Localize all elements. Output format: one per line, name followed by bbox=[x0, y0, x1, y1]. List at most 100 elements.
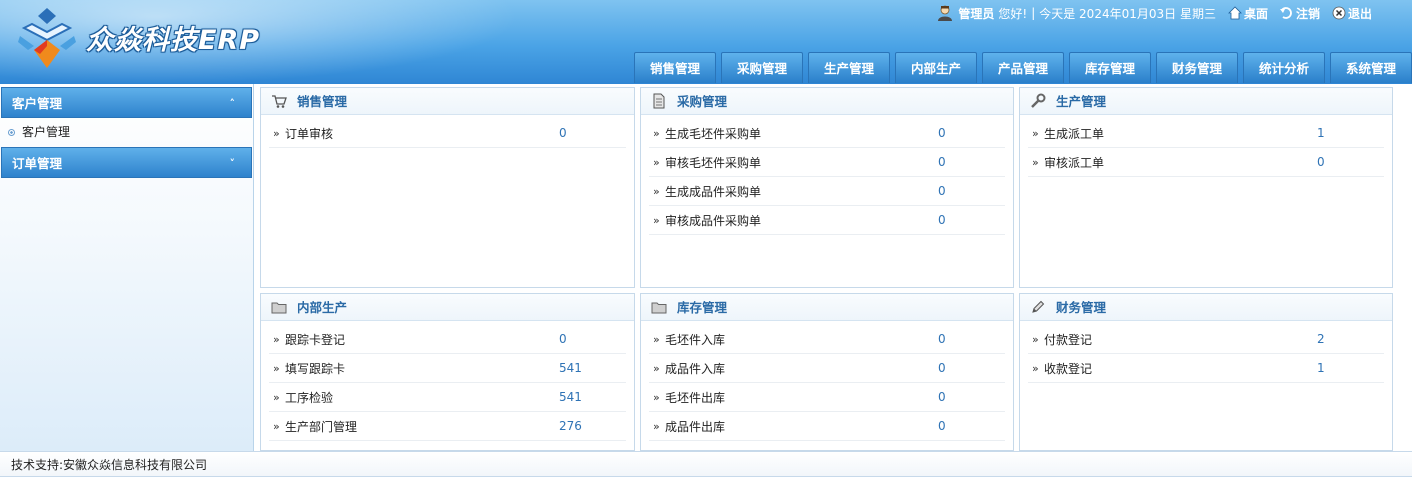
list-item[interactable]: » 生成派工单 1 bbox=[1028, 119, 1384, 148]
tab-products[interactable]: 产品管理 bbox=[982, 52, 1064, 83]
close-icon bbox=[1332, 6, 1346, 20]
row-label: 生产部门管理 bbox=[285, 419, 358, 434]
sidebar-section-customer[interactable]: 客户管理 ˄ bbox=[1, 87, 252, 118]
list-item[interactable]: » 生成毛坯件采购单 0 bbox=[649, 119, 1005, 148]
tab-statistics[interactable]: 统计分析 bbox=[1243, 52, 1325, 83]
row-label: 生成派工单 bbox=[1044, 126, 1105, 141]
list-item[interactable]: » 跟踪卡登记 0 bbox=[269, 325, 626, 354]
chevron-right-icon: » bbox=[653, 213, 660, 227]
panel-header: 生产管理 bbox=[1020, 88, 1392, 115]
home-icon bbox=[1227, 6, 1242, 20]
row-label: 审核成品件采购单 bbox=[665, 213, 762, 228]
logout-link[interactable]: 注销 bbox=[1279, 5, 1320, 22]
row-count: 0 bbox=[938, 184, 946, 198]
panel-production: 生产管理 » 生成派工单 1 » 审核派工单 0 bbox=[1019, 87, 1393, 288]
list-item[interactable]: » 审核毛坯件采购单 0 bbox=[649, 148, 1005, 177]
panel-header: 采购管理 bbox=[641, 88, 1013, 115]
list-item[interactable]: » 生成成品件采购单 0 bbox=[649, 177, 1005, 206]
row-label: 成品件出库 bbox=[665, 419, 726, 434]
user-name: 管理员 bbox=[958, 6, 995, 21]
chevron-right-icon: » bbox=[653, 419, 660, 433]
current-date: 今天是 2024年01月03日 星期三 bbox=[1039, 6, 1216, 21]
row-label: 付款登记 bbox=[1044, 332, 1093, 347]
row-count: 276 bbox=[559, 419, 582, 433]
row-count: 0 bbox=[1317, 155, 1325, 169]
chevron-up-icon: ˄ bbox=[229, 97, 236, 110]
chevron-right-icon: » bbox=[653, 126, 660, 140]
footer-text: 技术支持:安徽众焱信息科技有限公司 bbox=[11, 458, 208, 472]
chevron-right-icon: » bbox=[653, 155, 660, 169]
list-item[interactable]: » 生产部门管理 276 bbox=[269, 412, 626, 441]
main-nav-tabs: 销售管理 采购管理 生产管理 内部生产 产品管理 库存管理 财务管理 统计分析 … bbox=[634, 52, 1412, 83]
row-label: 填写跟踪卡 bbox=[285, 361, 346, 376]
chevron-right-icon: » bbox=[653, 390, 660, 404]
panel-title: 财务管理 bbox=[1056, 299, 1107, 315]
tab-sales[interactable]: 销售管理 bbox=[634, 52, 716, 83]
wrench-icon bbox=[1031, 93, 1046, 108]
sidebar: 客户管理 ˄ 客户管理 订单管理 ˅ bbox=[0, 84, 254, 451]
separator: | bbox=[1031, 6, 1036, 20]
chevron-right-icon: » bbox=[653, 361, 660, 375]
panel-title: 生产管理 bbox=[1056, 93, 1107, 109]
desktop-label: 桌面 bbox=[1243, 6, 1268, 21]
sidebar-item-customer[interactable]: 客户管理 bbox=[0, 118, 253, 147]
dashboard: 销售管理 » 订单审核 0 采购管理 » 生成毛坯件采购单 0 » 审核毛坯件采… bbox=[254, 84, 1412, 451]
folder-icon bbox=[271, 302, 287, 314]
list-item[interactable]: » 填写跟踪卡 541 bbox=[269, 354, 626, 383]
tab-finance[interactable]: 财务管理 bbox=[1156, 52, 1238, 83]
list-item[interactable]: » 审核派工单 0 bbox=[1028, 148, 1384, 177]
tab-internal-production[interactable]: 内部生产 bbox=[895, 52, 977, 83]
row-count: 0 bbox=[938, 419, 946, 433]
row-count: 0 bbox=[938, 390, 946, 404]
user-avatar-icon bbox=[938, 5, 953, 21]
panel-inventory: 库存管理 » 毛坯件入库 0 » 成品件入库 0 » 毛坯件出库 0 » 成品件… bbox=[640, 293, 1014, 451]
sidebar-section-order[interactable]: 订单管理 ˅ bbox=[1, 147, 252, 178]
list-item[interactable]: » 毛坯件入库 0 bbox=[649, 325, 1005, 354]
tab-purchase[interactable]: 采购管理 bbox=[721, 52, 803, 83]
list-item[interactable]: » 付款登记 2 bbox=[1028, 325, 1384, 354]
tab-system[interactable]: 系统管理 bbox=[1330, 52, 1412, 83]
row-count: 0 bbox=[938, 155, 946, 169]
user-bar: 管理员 您好! | 今天是 2024年01月03日 星期三 桌面 注销 退出 bbox=[936, 3, 1372, 23]
panel-title: 内部生产 bbox=[297, 299, 348, 315]
row-count: 2 bbox=[1317, 332, 1325, 346]
chevron-right-icon: » bbox=[1032, 332, 1039, 346]
bullet-icon bbox=[8, 129, 15, 136]
logo-icon bbox=[18, 8, 76, 68]
row-label: 审核派工单 bbox=[1044, 155, 1105, 170]
chevron-right-icon: » bbox=[1032, 361, 1039, 375]
panel-title: 销售管理 bbox=[297, 93, 348, 109]
row-count: 0 bbox=[938, 361, 946, 375]
row-label: 生成毛坯件采购单 bbox=[665, 126, 762, 141]
panel-header: 内部生产 bbox=[261, 294, 634, 321]
list-item[interactable]: » 收款登记 1 bbox=[1028, 354, 1384, 383]
list-item[interactable]: » 毛坯件出库 0 bbox=[649, 383, 1005, 412]
panel-purchase: 采购管理 » 生成毛坯件采购单 0 » 审核毛坯件采购单 0 » 生成成品件采购… bbox=[640, 87, 1014, 288]
tab-inventory[interactable]: 库存管理 bbox=[1069, 52, 1151, 83]
exit-label: 退出 bbox=[1347, 6, 1372, 21]
chevron-right-icon: » bbox=[273, 126, 280, 140]
panel-header: 库存管理 bbox=[641, 294, 1013, 321]
row-label: 工序检验 bbox=[285, 390, 334, 405]
list-item[interactable]: » 成品件入库 0 bbox=[649, 354, 1005, 383]
panel-finance: 财务管理 » 付款登记 2 » 收款登记 1 bbox=[1019, 293, 1393, 451]
exit-link[interactable]: 退出 bbox=[1332, 5, 1372, 22]
chevron-right-icon: » bbox=[1032, 155, 1039, 169]
list-item[interactable]: » 订单审核 0 bbox=[269, 119, 626, 148]
list-item[interactable]: » 工序检验 541 bbox=[269, 383, 626, 412]
sidebar-item-label: 客户管理 bbox=[22, 125, 71, 139]
list-item[interactable]: » 审核成品件采购单 0 bbox=[649, 206, 1005, 235]
panel-sales: 销售管理 » 订单审核 0 bbox=[260, 87, 635, 288]
row-label: 跟踪卡登记 bbox=[285, 332, 346, 347]
tab-production[interactable]: 生产管理 bbox=[808, 52, 890, 83]
row-label: 成品件入库 bbox=[665, 361, 726, 376]
row-count: 0 bbox=[938, 332, 946, 346]
row-count: 0 bbox=[938, 126, 946, 140]
logout-icon bbox=[1279, 7, 1292, 19]
row-count: 1 bbox=[1317, 126, 1325, 140]
row-count: 1 bbox=[1317, 361, 1325, 375]
panel-title: 库存管理 bbox=[677, 299, 728, 315]
desktop-link[interactable]: 桌面 bbox=[1227, 5, 1268, 22]
list-item[interactable]: » 成品件出库 0 bbox=[649, 412, 1005, 441]
chevron-right-icon: » bbox=[273, 361, 280, 375]
